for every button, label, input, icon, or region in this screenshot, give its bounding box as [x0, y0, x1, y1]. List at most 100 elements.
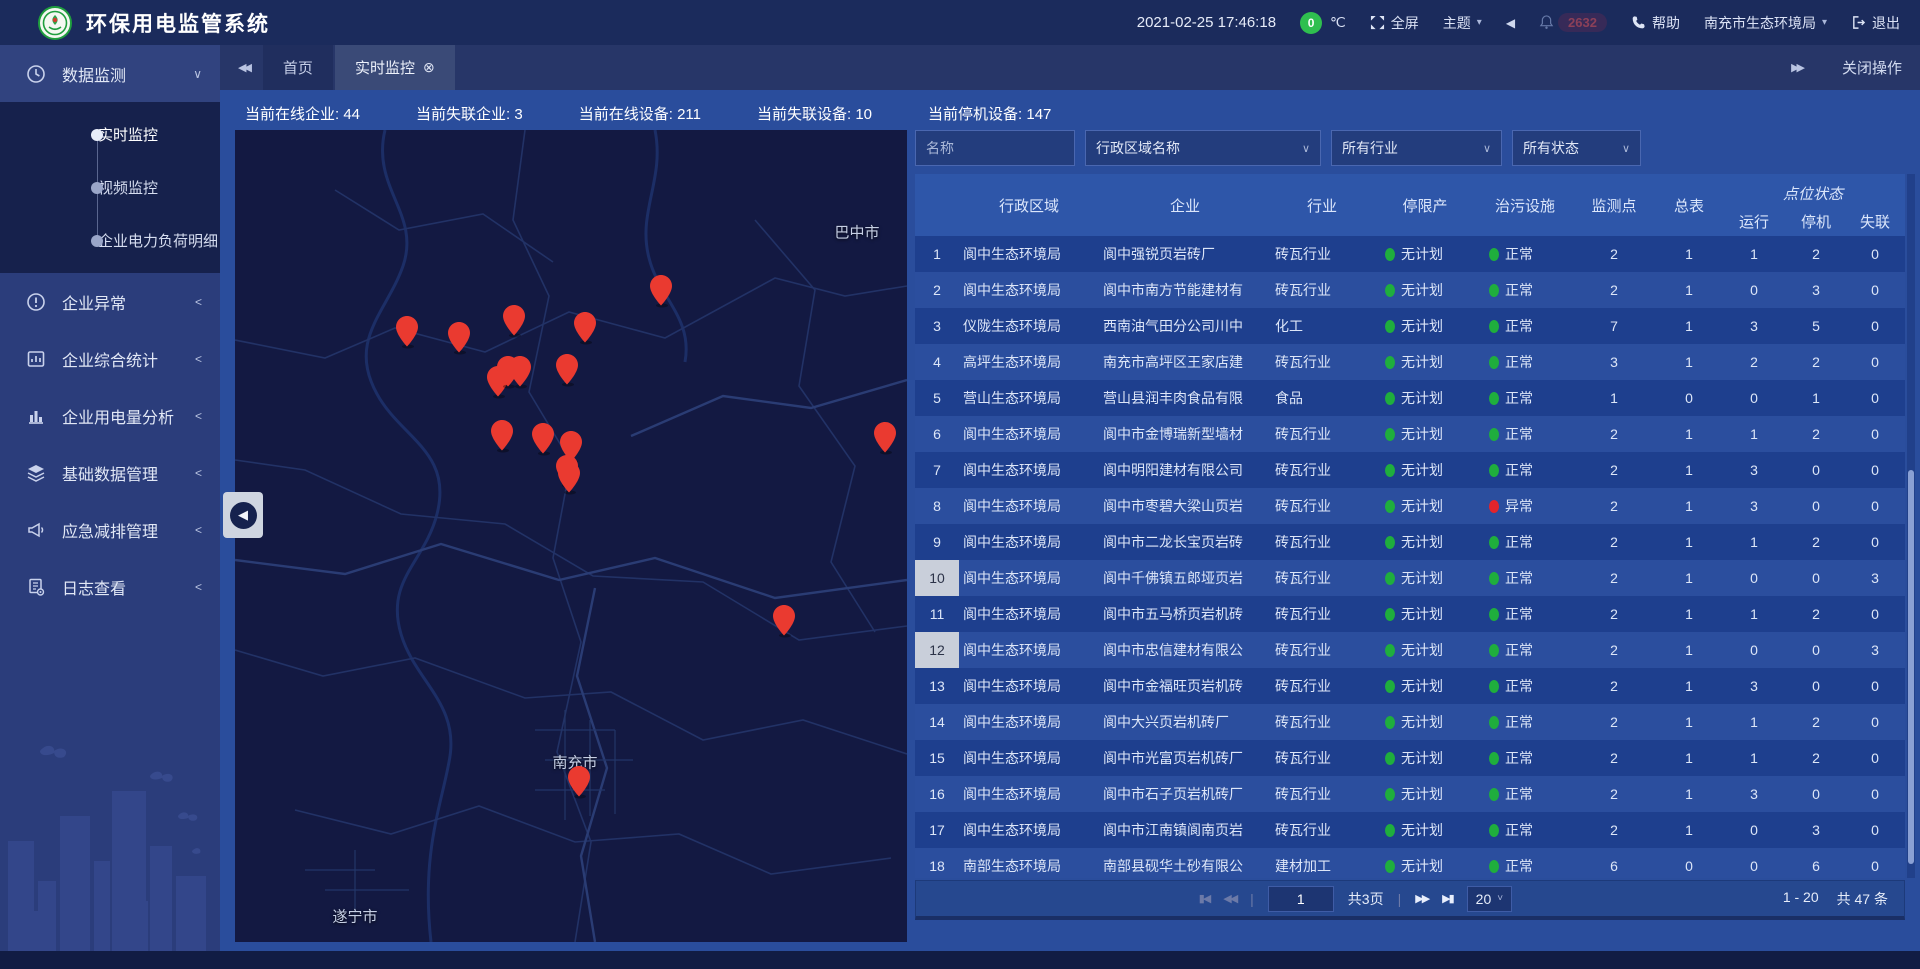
- chevron-left-icon: ◀: [230, 502, 257, 529]
- status-filter-select[interactable]: 所有状态∨: [1512, 130, 1641, 166]
- fullscreen-button[interactable]: 全屏: [1370, 13, 1419, 33]
- tab-首页[interactable]: 首页: [263, 45, 333, 90]
- sidebar-item-data-monitor[interactable]: 数据监测∨: [0, 45, 220, 102]
- cell-region: 阆中生态环境局: [959, 604, 1099, 624]
- cell-facility-status: 正常: [1477, 784, 1573, 804]
- layers-icon: [26, 463, 48, 483]
- map-pin-icon[interactable]: [572, 311, 598, 345]
- chart-icon: [26, 406, 48, 426]
- cell-offline: 0: [1847, 858, 1903, 874]
- table-row[interactable]: 17阆中生态环境局阆中市江南镇阆南页岩砖瓦行业无计划正常21030: [915, 812, 1905, 848]
- cell-facility-status: 正常: [1477, 856, 1573, 876]
- cell-monitor-points: 2: [1573, 282, 1655, 298]
- map-pin-icon[interactable]: [556, 461, 582, 495]
- map-panel[interactable]: 巴中市南充市遂宁市 ◀: [235, 130, 907, 942]
- close-operations-button[interactable]: 关闭操作: [1842, 57, 1902, 78]
- sidebar-subitem[interactable]: 企业电力负荷明细: [0, 214, 220, 267]
- row-index: 11: [915, 596, 959, 632]
- map-pin-icon[interactable]: [530, 422, 556, 456]
- cell-company: 阆中市五马桥页岩机砖: [1099, 604, 1271, 624]
- table-row[interactable]: 4高坪生态环境局南充市高坪区王家店建砖瓦行业无计划正常31220: [915, 344, 1905, 380]
- sidebar-subitem[interactable]: 实时监控: [0, 108, 220, 161]
- table-row[interactable]: 6阆中生态环境局阆中市金博瑞新型墙材砖瓦行业无计划正常21120: [915, 416, 1905, 452]
- cell-total-meter: 0: [1655, 858, 1723, 874]
- name-filter-field[interactable]: [915, 130, 1075, 166]
- cell-monitor-points: 7: [1573, 318, 1655, 334]
- map-pin-icon[interactable]: [566, 765, 592, 799]
- table-row[interactable]: 10阆中生态环境局阆中千佛镇五郎垭页岩砖瓦行业无计划正常21003: [915, 560, 1905, 596]
- cell-offline: 0: [1847, 390, 1903, 406]
- table-scrollbar[interactable]: [1907, 174, 1915, 878]
- temperature-badge: 0: [1300, 12, 1322, 34]
- cell-running: 3: [1723, 678, 1785, 694]
- logout-button[interactable]: 退出: [1851, 13, 1900, 33]
- table-row[interactable]: 7阆中生态环境局阆中明阳建材有限公司砖瓦行业无计划正常21300: [915, 452, 1905, 488]
- sidebar-item-power-analysis[interactable]: 企业用电量分析<: [0, 387, 220, 444]
- region-filter-select[interactable]: 行政区域名称∨: [1085, 130, 1321, 166]
- table-row[interactable]: 12阆中生态环境局阆中市忠信建材有限公砖瓦行业无计划正常21003: [915, 632, 1905, 668]
- sidebar-submenu: 实时监控视频监控企业电力负荷明细: [0, 102, 220, 273]
- cell-stopped: 5: [1785, 318, 1847, 334]
- status-dot-icon: [1489, 788, 1499, 801]
- sidebar-subitem[interactable]: 视频监控: [0, 161, 220, 214]
- table-row[interactable]: 1阆中生态环境局阆中强锐页岩砖厂砖瓦行业无计划正常21120: [915, 236, 1905, 272]
- cell-facility-status: 正常: [1477, 748, 1573, 768]
- name-filter-input[interactable]: [926, 140, 1064, 156]
- bottom-bar: [0, 951, 1920, 969]
- row-index: 2: [915, 272, 959, 308]
- next-page-icon[interactable]: ▶▶: [1415, 892, 1428, 905]
- map-pin-icon[interactable]: [501, 304, 527, 338]
- first-page-icon[interactable]: ▮◀: [1199, 892, 1210, 905]
- logout-icon: [1851, 15, 1866, 30]
- map-pin-icon[interactable]: [554, 353, 580, 387]
- sidebar-item-enterprise-stats[interactable]: 企业综合统计<: [0, 330, 220, 387]
- table-row[interactable]: 15阆中生态环境局阆中市光富页岩机砖厂砖瓦行业无计划正常21120: [915, 740, 1905, 776]
- map-pin-icon[interactable]: [489, 419, 515, 453]
- theme-dropdown[interactable]: 主题▾: [1443, 13, 1482, 33]
- table-row[interactable]: 9阆中生态环境局阆中市二龙长宝页岩砖砖瓦行业无计划正常21120: [915, 524, 1905, 560]
- chevron-down-icon: ˅: [1497, 893, 1503, 904]
- table-row[interactable]: 3仪陇生态环境局西南油气田分公司川中化工无计划正常71350: [915, 308, 1905, 344]
- org-user-dropdown[interactable]: 南充市生态环境局▾: [1704, 13, 1827, 33]
- sidebar-item-logs[interactable]: 日志查看<: [0, 558, 220, 615]
- table-row[interactable]: 14阆中生态环境局阆中大兴页岩机砖厂砖瓦行业无计划正常21120: [915, 704, 1905, 740]
- tabs-scroll-left-icon[interactable]: ◀◀: [238, 61, 249, 74]
- row-index: 8: [915, 488, 959, 524]
- sidebar-collapse-button[interactable]: ◀: [223, 492, 263, 538]
- sidebar-item-base-data[interactable]: 基础数据管理<: [0, 444, 220, 501]
- col-monitor-points: 监测点: [1573, 174, 1655, 236]
- map-pin-icon[interactable]: [648, 274, 674, 308]
- table-row[interactable]: 8阆中生态环境局阆中市枣碧大梁山页岩砖瓦行业无计划异常21300: [915, 488, 1905, 524]
- cell-facility-status: 正常: [1477, 424, 1573, 444]
- map-pin-icon[interactable]: [507, 355, 533, 389]
- last-page-icon[interactable]: ▶▮: [1442, 892, 1453, 905]
- tab-实时监控[interactable]: 实时监控⊗: [335, 45, 455, 90]
- prev-page-icon[interactable]: ◀◀: [1223, 892, 1236, 905]
- table-row[interactable]: 5营山生态环境局营山县润丰肉食品有限食品无计划正常10010: [915, 380, 1905, 416]
- cell-plan-status: 无计划: [1373, 712, 1477, 732]
- cell-offline: 0: [1847, 282, 1903, 298]
- industry-filter-select[interactable]: 所有行业∨: [1331, 130, 1502, 166]
- table-row[interactable]: 16阆中生态环境局阆中市石子页岩机砖厂砖瓦行业无计划正常21300: [915, 776, 1905, 812]
- map-pin-icon[interactable]: [771, 604, 797, 638]
- stat-label: 当前失联企业:: [416, 106, 510, 123]
- notifications[interactable]: 2632: [1539, 13, 1607, 32]
- map-pin-icon[interactable]: [872, 421, 898, 455]
- sidebar-item-enterprise-abnormal[interactable]: 企业异常<: [0, 273, 220, 330]
- chevron-down-icon: ∨: [1302, 142, 1310, 155]
- map-pin-icon[interactable]: [446, 321, 472, 355]
- help-button[interactable]: 帮助: [1631, 13, 1680, 33]
- map-pin-icon[interactable]: [394, 315, 420, 349]
- cell-facility-status: 正常: [1477, 280, 1573, 300]
- table-row[interactable]: 2阆中生态环境局阆中市南方节能建材有砖瓦行业无计划正常21030: [915, 272, 1905, 308]
- table-row[interactable]: 11阆中生态环境局阆中市五马桥页岩机砖砖瓦行业无计划正常21120: [915, 596, 1905, 632]
- page-size-select[interactable]: 20˅: [1467, 886, 1512, 912]
- tab-close-icon[interactable]: ⊗: [423, 59, 435, 76]
- table-row[interactable]: 13阆中生态环境局阆中市金福旺页岩机砖砖瓦行业无计划正常21300: [915, 668, 1905, 704]
- tabs-scroll-right-icon[interactable]: ▶▶: [1791, 61, 1802, 74]
- speaker-icon[interactable]: ◀: [1506, 16, 1515, 30]
- page-number-input[interactable]: [1268, 886, 1334, 912]
- table-row[interactable]: 18南部生态环境局南部县砚华土砂有限公建材加工无计划正常60060: [915, 848, 1905, 878]
- sidebar-item-emergency[interactable]: 应急减排管理<: [0, 501, 220, 558]
- scrollbar-thumb[interactable]: [1908, 470, 1914, 864]
